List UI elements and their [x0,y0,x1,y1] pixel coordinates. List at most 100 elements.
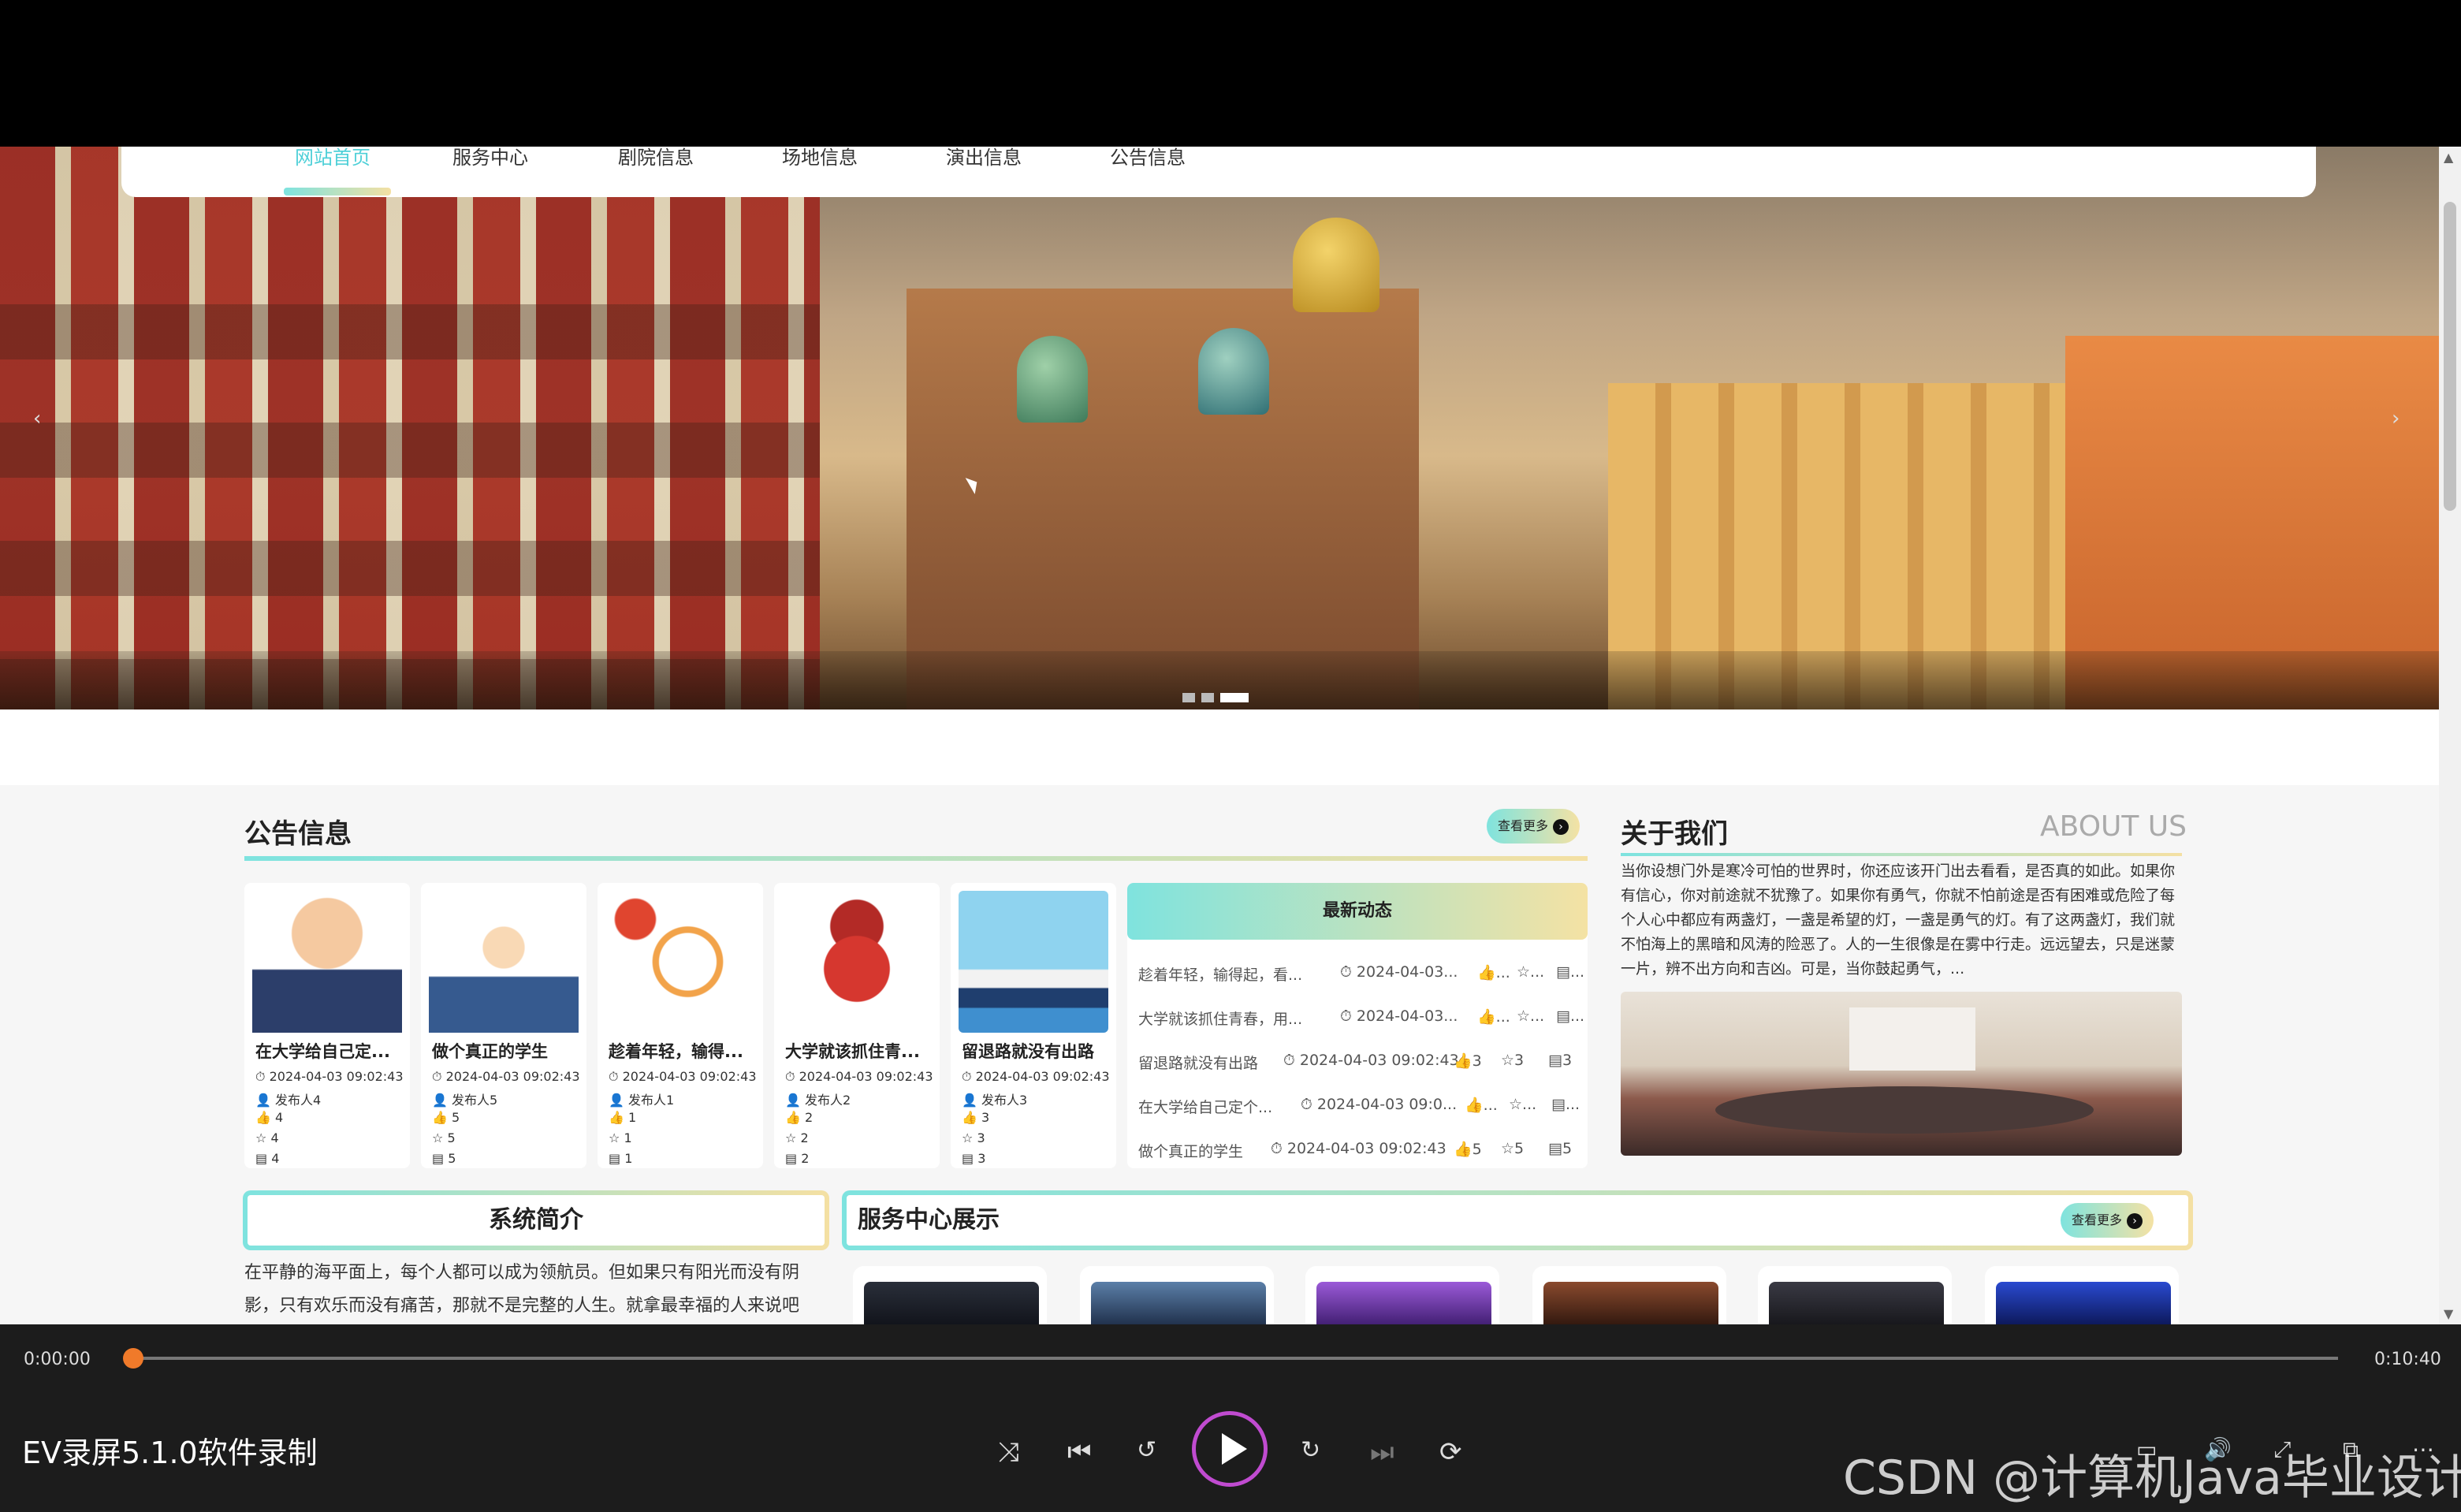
nav-service-center[interactable]: 服务中心 [452,147,528,197]
notice-card[interactable]: 趁着年轻，输得... ⏱ 2024-04-03 09:02:43 👤 发布人1 … [598,883,763,1168]
shuffle-icon[interactable]: ⤨ [998,1436,1019,1468]
nav-theater-info[interactable]: 剧院信息 [618,147,694,197]
recording-app-title: EV录屏5.1.0软件录制 [22,1436,318,1470]
notice-card-time: ⏱ 2024-04-03 09:02:43 [255,1069,404,1084]
notice-card-title: 做个真正的学生 [432,1042,548,1061]
likes-value: 5 [452,1110,460,1125]
views-value: 2 [801,1151,810,1166]
conference-table [1715,1086,2094,1134]
services-more-button[interactable]: 查看更多 › [2061,1203,2154,1238]
notice-card-favorites: ☆ 4 [255,1130,279,1145]
carousel-indicators [1182,691,1255,706]
news-row[interactable]: 大学就该抓住青春，用... ⏱ 2024-04-03... 👍... ☆... ▤... [1138,1001,1584,1033]
news-row[interactable]: 在大学给自己定个... ⏱ 2024-04-03 09:0... 👍... ☆... ▤… [1138,1089,1584,1121]
notice-card-author: 👤 发布人1 [609,1093,675,1108]
banner-windows [0,241,820,709]
author-value: 发布人4 [275,1093,322,1108]
notice-card-favorites: ☆ 2 [785,1130,809,1145]
news-views: ▤... [1556,1007,1585,1025]
notice-card[interactable]: 大学就该抓住青... ⏱ 2024-04-03 09:02:43 👤 发布人2 … [774,883,940,1168]
play-icon [1222,1433,1247,1465]
news-views: ▤5 [1548,1140,1573,1157]
news-row[interactable]: 做个真正的学生 ⏱ 2024-04-03 09:02:43 👍5 ☆5 ▤5 [1138,1134,1584,1165]
notice-card-image [605,891,755,1033]
notice-card-favorites: ☆ 3 [962,1130,985,1145]
carousel-prev-icon[interactable]: ‹ [33,407,41,430]
notice-card-time: ⏱ 2024-04-03 09:02:43 [432,1069,580,1084]
news-row[interactable]: 趁着年轻，输得起，看... ⏱ 2024-04-03... 👍... ☆... ▤... [1138,957,1584,989]
play-button[interactable] [1192,1411,1268,1487]
time-value: 2024-04-03 09:02:43 [975,1069,1110,1084]
repeat-off-icon[interactable]: ⟳ [1439,1436,1462,1468]
banner-green-dome [1017,336,1088,423]
previous-icon[interactable]: ⏮ [1067,1436,1092,1468]
notice-card[interactable]: 做个真正的学生 ⏱ 2024-04-03 09:02:43 👤 发布人5 👍 5… [421,883,586,1168]
nav-announcement-info[interactable]: 公告信息 [1110,147,1186,197]
news-title: 在大学给自己定个... [1138,1099,1273,1116]
intro-title-box: 系统简介 [243,1190,829,1250]
notices-more-button[interactable]: 查看更多 › [1487,809,1580,844]
scroll-down-icon[interactable]: ▼ [2444,1306,2453,1321]
notice-card-views: ▤ 3 [962,1151,986,1166]
carousel-dot[interactable] [1182,693,1195,702]
projection-screen [1849,1007,1975,1071]
service-card[interactable] [853,1266,1047,1324]
arrow-right-icon: › [2127,1213,2143,1229]
notice-card-image [429,891,579,1033]
progress-knob[interactable] [123,1348,143,1369]
notice-card-image [782,891,932,1033]
service-card[interactable] [1985,1266,2179,1324]
notice-card-likes: 👍 4 [255,1110,284,1125]
csdn-watermark: CSDN @计算机Java毕业设计 [1843,1451,2461,1506]
nav-venue-info[interactable]: 场地信息 [782,147,858,197]
service-card[interactable] [1080,1266,1274,1324]
favorites-value: 4 [270,1130,279,1145]
about-divider [1621,853,2182,856]
scroll-thumb[interactable] [2444,202,2456,511]
notice-card-title: 趁着年轻，输得... [609,1042,743,1061]
carousel-dot[interactable] [1201,693,1214,702]
notice-card-title: 留退路就没有出路 [962,1042,1094,1061]
next-icon[interactable]: ⏭ [1370,1436,1394,1468]
notices-title: 公告信息 [244,818,352,850]
service-card[interactable] [1532,1266,1726,1324]
author-value: 发布人2 [805,1093,851,1108]
author-value: 发布人3 [981,1093,1028,1108]
page-scrollbar[interactable]: ▲ ▼ [2439,147,2461,1324]
author-value: 发布人1 [628,1093,675,1108]
news-favorites: ☆... [1509,1096,1537,1113]
likes-value: 4 [275,1110,284,1125]
carousel-next-icon[interactable]: › [2392,407,2400,430]
intro-text: 在平静的海平面上，每个人都可以成为领航员。但如果只有阳光而没有阴影，只有欢乐而没… [244,1263,800,1316]
services-title: 服务中心展示 [858,1206,1000,1234]
favorites-value: 3 [977,1130,985,1145]
service-card[interactable] [1758,1266,1952,1324]
service-card[interactable] [1305,1266,1499,1324]
forward-30-icon[interactable]: ↻ [1301,1436,1320,1464]
carousel-dot-active[interactable] [1220,693,1249,702]
progress-track[interactable] [134,1357,2338,1360]
service-image [864,1282,1039,1324]
news-row[interactable]: 留退路就没有出路 ⏱ 2024-04-03 09:02:43 👍3 ☆3 ▤3 [1138,1045,1584,1077]
notice-card-author: 👤 发布人3 [962,1093,1028,1108]
author-value: 发布人5 [452,1093,498,1108]
news-views: ▤3 [1548,1052,1573,1069]
more-label: 查看更多 [1498,818,1549,833]
service-image [1996,1282,2171,1324]
about-subtitle: ABOUT US [2040,810,2187,843]
news-favorites: ☆5 [1501,1140,1525,1157]
top-black-area [0,0,2461,147]
notice-card[interactable]: 留退路就没有出路 ⏱ 2024-04-03 09:02:43 👤 发布人3 👍 … [951,883,1116,1168]
news-likes: 👍5 [1454,1141,1482,1158]
notice-card-author: 👤 发布人4 [255,1093,322,1108]
latest-news-panel: 最新动态 趁着年轻，输得起，看... ⏱ 2024-04-03... 👍... ☆..… [1127,883,1588,1168]
nav-performance-info[interactable]: 演出信息 [946,147,1022,197]
banner-gold-dome [1293,218,1379,312]
scroll-up-icon[interactable]: ▲ [2444,150,2453,165]
notice-card[interactable]: 在大学给自己定... ⏱ 2024-04-03 09:02:43 👤 发布人4 … [244,883,410,1168]
banner-carousel[interactable]: 网站首页 服务中心 剧院信息 场地信息 演出信息 公告信息 ‹ › [0,147,2439,709]
favorites-value: 2 [800,1130,809,1145]
notice-card-title: 大学就该抓住青... [785,1042,920,1061]
rewind-10-icon[interactable]: ↺ [1137,1436,1156,1464]
notices-divider [244,856,1588,861]
